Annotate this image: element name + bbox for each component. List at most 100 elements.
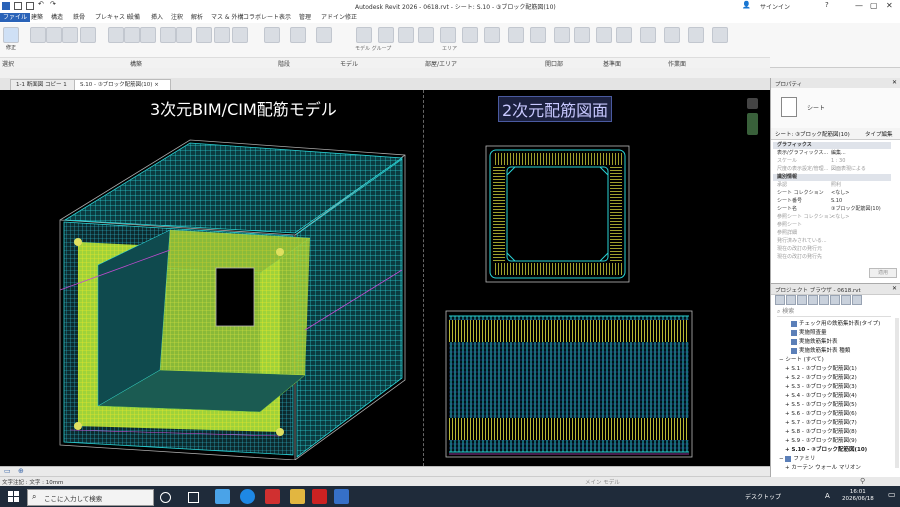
browser-tree-item[interactable]: 実施鉄筋集計表 種類 — [791, 347, 850, 356]
rebar-3d-model[interactable] — [50, 130, 420, 460]
menu-tab-5[interactable]: 設備 — [125, 13, 143, 22]
taskbar-search-box[interactable]: ⌕ ここに入力して検索 — [27, 489, 154, 506]
ribbon-tool-icon[interactable] — [596, 27, 612, 43]
ribbon-tool-icon[interactable] — [46, 27, 62, 43]
close-browser-icon[interactable]: ✕ — [892, 285, 897, 292]
ribbon-tool-icon[interactable] — [640, 27, 656, 43]
property-row[interactable]: シート番号 S.10 — [773, 198, 891, 205]
menu-tab-1[interactable]: 建築 — [28, 13, 46, 22]
ribbon-tool-icon[interactable] — [574, 27, 590, 43]
ribbon-tool-icon[interactable] — [530, 27, 546, 43]
property-row[interactable]: 現在の改訂の発行先 — [773, 254, 891, 261]
browser-tool-icon[interactable] — [808, 295, 818, 305]
store-icon[interactable] — [215, 489, 230, 504]
view-tab-section[interactable]: 1-1 断面図 コピー 1 — [10, 79, 82, 90]
open-icon[interactable] — [14, 2, 22, 10]
browser-tree-item[interactable]: + S.8 - ③ブロック配筋図(8) — [785, 428, 857, 437]
wps-icon[interactable] — [265, 489, 280, 504]
ribbon-tool-icon[interactable] — [316, 27, 332, 43]
property-row[interactable]: 尺度の表示設定/管理... 図面表現による — [773, 166, 891, 173]
task-view-icon[interactable] — [188, 492, 199, 503]
property-value[interactable]: 編集... — [831, 150, 846, 157]
browser-tree-item[interactable]: + S.3 - ③ブロック配筋図(3) — [785, 383, 857, 392]
ribbon-tool-icon[interactable] — [232, 27, 248, 43]
ribbon-tool-icon[interactable] — [108, 27, 124, 43]
ribbon-tool-icon[interactable] — [176, 27, 192, 43]
property-value[interactable]: 1 : 30 — [831, 158, 845, 165]
signin-button[interactable]: サインイン — [760, 2, 790, 11]
browser-scrollbar[interactable] — [895, 318, 899, 468]
menu-tab-8[interactable]: 解析 — [188, 13, 206, 22]
rebar-section-drawing[interactable] — [485, 145, 630, 285]
browser-tool-icon[interactable] — [841, 295, 851, 305]
edit-type-button[interactable]: タイプ編集 — [865, 130, 893, 138]
ribbon-panel-label[interactable]: 基準面 — [603, 59, 621, 68]
undo-icon[interactable]: ↶ — [38, 0, 46, 8]
property-row[interactable]: 参照シート — [773, 222, 891, 229]
browser-tool-icon[interactable] — [797, 295, 807, 305]
browser-tree-item[interactable]: + S.9 - ③ブロック配筋図(9) — [785, 437, 857, 446]
browser-tool-icon[interactable] — [786, 295, 796, 305]
browser-tool-icon[interactable] — [819, 295, 829, 305]
menu-tab-0[interactable]: ファイル — [0, 13, 31, 22]
select-panel-label[interactable]: 選択 — [2, 59, 14, 68]
file-explorer-icon[interactable] — [290, 489, 305, 504]
notification-icon[interactable]: ▭ — [888, 490, 896, 499]
ribbon-tool-icon[interactable] — [160, 27, 176, 43]
ribbon-tool-icon[interactable] — [264, 27, 280, 43]
browser-tree-item[interactable]: + S.10 - ③ブロック配筋図(10) — [785, 446, 867, 455]
property-row[interactable]: シート コレクション <なし> — [773, 190, 891, 197]
property-row[interactable]: 発行済みされている... — [773, 238, 891, 245]
property-row[interactable]: 承認 照利 — [773, 182, 891, 189]
windows-start-icon[interactable] — [8, 491, 19, 502]
menu-tab-6[interactable]: 挿入 — [148, 13, 166, 22]
ime-indicator[interactable]: A — [825, 492, 830, 500]
menu-tab-2[interactable]: 構造 — [48, 13, 66, 22]
ribbon-tool-icon[interactable] — [462, 27, 478, 43]
ribbon-tool-icon[interactable] — [356, 27, 372, 43]
browser-tree-item[interactable]: + S.5 - ③ブロック配筋図(5) — [785, 401, 857, 410]
ribbon-tool-icon[interactable] — [712, 27, 728, 43]
ribbon-tool-icon[interactable] — [418, 27, 434, 43]
instance-selector[interactable]: シート: ③ブロック配筋図(10) タイプ編集 — [771, 128, 900, 140]
property-row[interactable]: スケール 1 : 30 — [773, 158, 891, 165]
property-row[interactable]: 現在の改訂の発行元 — [773, 246, 891, 253]
save-icon[interactable] — [26, 2, 34, 10]
desktop-toolbar-label[interactable]: デスクトップ — [745, 492, 781, 501]
ribbon-tool-icon[interactable] — [140, 27, 156, 43]
area-label[interactable]: エリア — [442, 45, 457, 52]
browser-tree-item[interactable]: + S.2 - ③ブロック配筋図(2) — [785, 374, 857, 383]
ribbon-tool-icon[interactable] — [290, 27, 306, 43]
scale-icon[interactable]: ▭ — [4, 467, 11, 475]
close-icon[interactable]: ✕ — [886, 1, 893, 10]
ribbon-tool-icon[interactable] — [124, 27, 140, 43]
property-value[interactable]: ③ブロック配筋図(10) — [831, 206, 881, 213]
property-row[interactable]: 参照シート コレクション <なし> — [773, 214, 891, 221]
browser-tree-item[interactable]: + S.6 - ③ブロック配筋図(6) — [785, 410, 857, 419]
browser-tool-icon[interactable] — [775, 295, 785, 305]
property-row[interactable]: 参照詳細 — [773, 230, 891, 237]
browser-tree-item[interactable]: 実施照査量 — [791, 329, 827, 338]
type-selector[interactable]: シート — [771, 88, 900, 129]
view-tab-sheet[interactable]: S.10 - ③ブロック配筋図(10) × — [74, 79, 171, 90]
ribbon-tool-icon[interactable] — [554, 27, 570, 43]
main-model-label[interactable]: メイン モデル — [585, 478, 620, 486]
menu-tab-12[interactable]: 管理 — [296, 13, 314, 22]
property-value[interactable]: S.10 — [831, 198, 842, 205]
browser-tree-item[interactable]: − シート (すべて) — [779, 356, 824, 365]
taskbar-clock[interactable]: 16:01 2026/06/18 — [842, 489, 874, 503]
ribbon-panel-label[interactable]: 開口部 — [545, 59, 563, 68]
browser-tree-item[interactable]: + S.4 - ③ブロック配筋図(4) — [785, 392, 857, 401]
user-icon[interactable]: 👤 — [742, 1, 751, 9]
browser-tree-item[interactable]: + カーテン ウォール マリオン — [785, 464, 861, 473]
model-group-label[interactable]: モデル グループ — [355, 45, 391, 52]
ribbon-panel-label[interactable]: 構築 — [130, 59, 142, 68]
revit-app-icon[interactable] — [2, 2, 10, 10]
revit-taskbar-icon[interactable] — [334, 489, 349, 504]
ribbon-panel-label[interactable]: 階段 — [278, 59, 290, 68]
property-value[interactable]: <なし> — [831, 190, 849, 197]
property-value[interactable]: 照利 — [831, 182, 841, 189]
ribbon-tool-icon[interactable] — [440, 27, 456, 43]
browser-tool-icon[interactable] — [852, 295, 862, 305]
rebar-elevation-drawing[interactable] — [445, 310, 693, 460]
